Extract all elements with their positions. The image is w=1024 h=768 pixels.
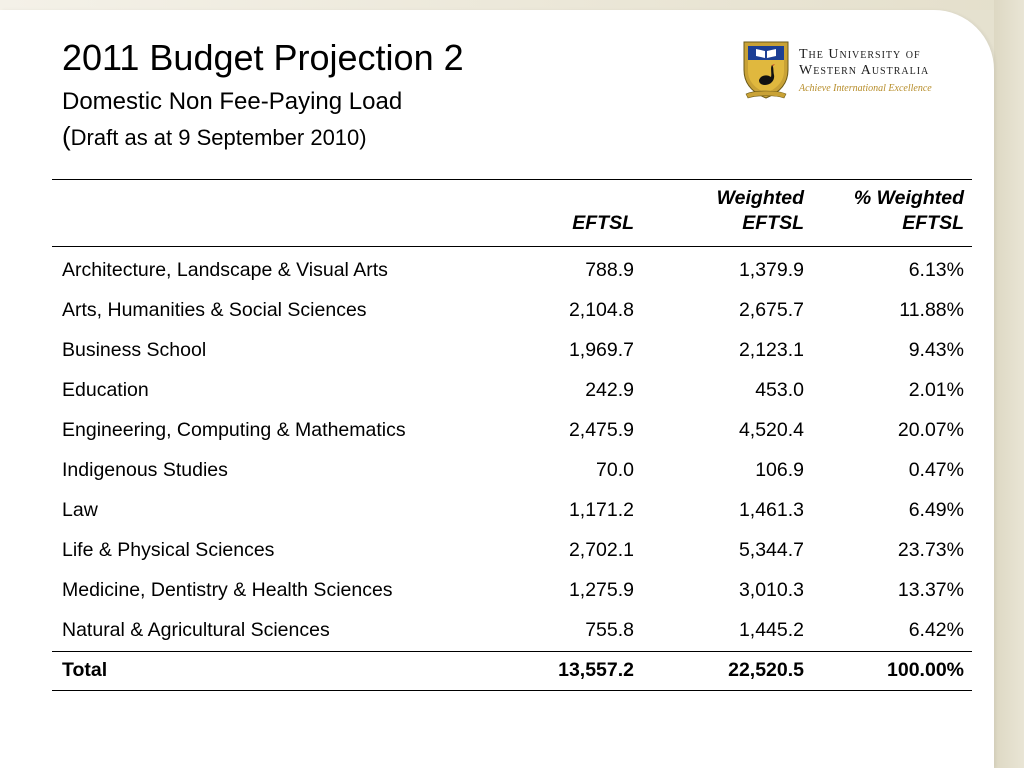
eftsl-value: 242.9: [585, 379, 634, 402]
pct-weighted-value: 6.42%: [908, 619, 964, 642]
table-total-row: Total 13,557.2 22,520.5 100.00%: [52, 651, 972, 691]
weighted-eftsl-value: 1,445.2: [738, 619, 804, 642]
weighted-eftsl-value: 4,520.4: [738, 419, 804, 442]
draft-text: Draft as at 9 September 2010): [70, 125, 367, 150]
uwa-crest-icon: [743, 41, 789, 99]
draft-note: (Draft as at 9 September 2010): [62, 121, 367, 152]
total-weighted-eftsl: 22,520.5: [728, 659, 804, 682]
pct-weighted-value: 0.47%: [908, 459, 964, 482]
pct-weighted-value: 9.43%: [908, 339, 964, 362]
eftsl-value: 1,171.2: [568, 499, 634, 522]
table-header-row: EFTSL Weighted EFTSL % Weighted EFTSL: [52, 179, 972, 247]
draft-open-paren: (: [62, 121, 71, 151]
faculty-name: Life & Physical Sciences: [62, 539, 275, 562]
eftsl-value: 1,275.9: [568, 579, 634, 602]
eftsl-value: 2,475.9: [568, 419, 634, 442]
header-pct-weighted-eftsl: % Weighted EFTSL: [812, 180, 972, 247]
weighted-eftsl-value: 1,379.9: [738, 259, 804, 282]
table-row: Business School 1,969.7 2,123.1 9.43%: [52, 331, 972, 371]
table-row: Law 1,171.2 1,461.3 6.49%: [52, 491, 972, 531]
faculty-name: Business School: [62, 339, 207, 362]
eftsl-value: 1,969.7: [568, 339, 634, 362]
faculty-name: Architecture, Landscape & Visual Arts: [62, 259, 388, 282]
pct-weighted-value: 6.13%: [908, 259, 964, 282]
university-logo: The University of Western Australia Achi…: [742, 40, 962, 102]
weighted-eftsl-value: 1,461.3: [738, 499, 804, 522]
eftsl-value: 755.8: [585, 619, 634, 642]
background-right-strip: [994, 0, 1024, 768]
total-eftsl: 13,557.2: [558, 659, 634, 682]
faculty-name: Education: [62, 379, 149, 402]
pct-weighted-value: 13.37%: [897, 579, 964, 602]
weighted-eftsl-value: 453.0: [755, 379, 804, 402]
faculty-name: Medicine, Dentistry & Health Sciences: [62, 579, 393, 602]
budget-table: EFTSL Weighted EFTSL % Weighted EFTSL Arch…: [52, 179, 972, 691]
pct-weighted-value: 2.01%: [908, 379, 964, 402]
eftsl-value: 788.9: [585, 259, 634, 282]
university-name-line1: The University of: [799, 47, 921, 62]
weighted-eftsl-value: 2,123.1: [738, 339, 804, 362]
table-row: Life & Physical Sciences 2,702.1 5,344.7…: [52, 531, 972, 571]
eftsl-value: 2,702.1: [568, 539, 634, 562]
header-pct-line2: EFTSL: [902, 212, 964, 235]
pct-weighted-value: 11.88%: [899, 299, 964, 322]
header-weighted-line1: Weighted: [716, 187, 804, 209]
university-name: The University of Western Australia: [799, 47, 929, 78]
faculty-name: Engineering, Computing & Mathematics: [62, 419, 406, 442]
weighted-eftsl-value: 5,344.7: [738, 539, 804, 562]
header-weighted-eftsl: Weighted EFTSL: [642, 180, 812, 247]
header-eftsl: EFTSL: [572, 212, 634, 235]
weighted-eftsl-value: 3,010.3: [738, 579, 804, 602]
table-row: Architecture, Landscape & Visual Arts 78…: [52, 246, 972, 291]
faculty-name: Arts, Humanities & Social Sciences: [62, 299, 367, 322]
university-tagline: Achieve International Excellence: [799, 83, 932, 94]
table-row: Indigenous Studies 70.0 106.9 0.47%: [52, 451, 972, 491]
table-row: Arts, Humanities & Social Sciences 2,104…: [52, 291, 972, 331]
weighted-eftsl-value: 2,675.7: [738, 299, 804, 322]
header-pct-line1: % Weighted: [853, 187, 964, 209]
total-label: Total: [62, 659, 108, 682]
weighted-eftsl-value: 106.9: [755, 459, 804, 482]
background-top-strip: [0, 0, 1024, 10]
faculty-name: Indigenous Studies: [62, 459, 228, 482]
slide-subtitle: Domestic Non Fee-Paying Load: [62, 88, 403, 115]
pct-weighted-value: 23.73%: [897, 539, 964, 562]
slide-title: 2011 Budget Projection 2: [62, 37, 464, 78]
faculty-name: Natural & Agricultural Sciences: [62, 619, 330, 642]
eftsl-value: 70.0: [596, 459, 634, 482]
total-pct-weighted: 100.00%: [887, 659, 964, 682]
faculty-name: Law: [62, 499, 98, 522]
pct-weighted-value: 20.07%: [897, 419, 964, 442]
header-faculty: [52, 180, 522, 247]
table-row: Medicine, Dentistry & Health Sciences 1,…: [52, 571, 972, 611]
table-row: Natural & Agricultural Sciences 755.8 1,…: [52, 611, 972, 652]
university-name-line2: Western Australia: [799, 62, 930, 78]
header-weighted-line2: EFTSL: [742, 212, 804, 235]
eftsl-value: 2,104.8: [568, 299, 634, 322]
pct-weighted-value: 6.49%: [908, 499, 964, 522]
table-row: Engineering, Computing & Mathematics 2,4…: [52, 411, 972, 451]
table-row: Education 242.9 453.0 2.01%: [52, 371, 972, 411]
